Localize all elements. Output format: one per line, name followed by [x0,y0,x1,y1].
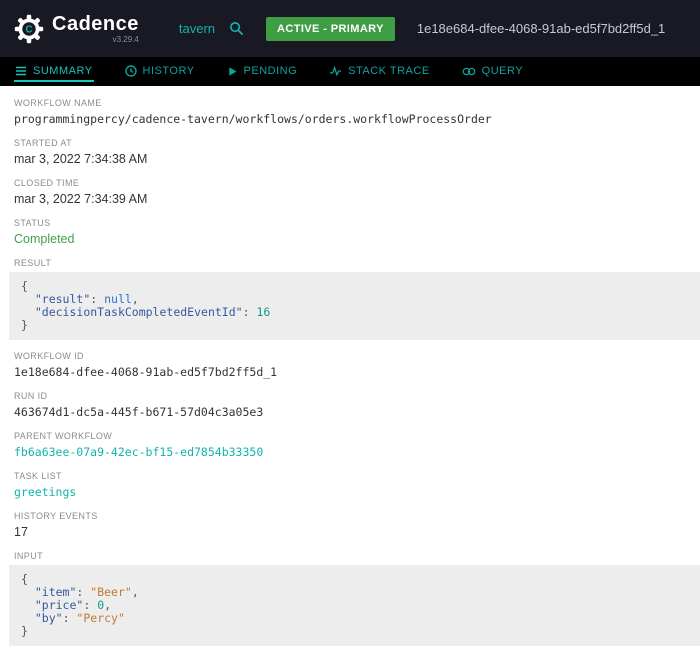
status-value: Completed [14,232,75,246]
workflow-name-value: programmingpercy/cadence-tavern/workflow… [14,112,492,126]
field-parent-workflow: PARENT WORKFLOW fb6a63ee-07a9-42ec-bf15-… [14,431,700,460]
top-bar: C Cadence v3.29.4 tavern ACTIVE - PRIMAR… [0,0,700,57]
stack-trace-icon [330,65,342,77]
tab-history[interactable]: HISTORY [124,61,196,82]
input-json-block: { "item": "Beer", "price": 0, "by": "Per… [9,565,700,646]
field-input: INPUT { "item": "Beer", "price": 0, "by"… [9,551,700,646]
field-label: HISTORY EVENTS [14,511,98,521]
field-label: WORKFLOW NAME [14,98,102,108]
tab-label: QUERY [481,65,524,77]
field-label: INPUT [14,551,43,561]
tab-label: HISTORY [142,65,195,77]
svg-text:C: C [25,24,32,35]
field-status: STATUS Completed [14,218,700,247]
summary-icon [16,66,26,76]
workflow-id-value: 1e18e684-dfee-4068-91ab-ed5f7bd2ff5d_1 [14,365,278,379]
field-label: STATUS [14,218,51,228]
run-id-value: 463674d1-dc5a-445f-b671-57d04c3a05e3 [14,405,264,419]
field-started-at: STARTED AT mar 3, 2022 7:34:38 AM [14,138,700,167]
domain-name[interactable]: tavern [179,21,215,36]
field-label: RUN ID [14,391,48,401]
summary-panel: WORKFLOW NAME programmingpercy/cadence-t… [0,86,700,657]
field-label: STARTED AT [14,138,73,148]
logo-text: Cadence v3.29.4 [52,14,139,44]
status-badge: ACTIVE - PRIMARY [266,16,395,41]
brand-name: Cadence [52,12,139,35]
parent-workflow-link[interactable]: fb6a63ee-07a9-42ec-bf15-ed7854b33350 [14,445,700,460]
field-label: CLOSED TIME [14,178,80,188]
result-json-block: { "result": null, "decisionTaskCompleted… [9,272,700,340]
history-events-value: 17 [14,525,28,539]
header-workflow-id: 1e18e684-dfee-4068-91ab-ed5f7bd2ff5d_1 [416,21,666,36]
search-icon[interactable] [229,21,244,36]
field-workflow-id: WORKFLOW ID 1e18e684-dfee-4068-91ab-ed5f… [14,351,700,380]
tab-label: PENDING [243,65,298,77]
field-label: TASK LIST [14,471,62,481]
field-run-id: RUN ID 463674d1-dc5a-445f-b671-57d04c3a0… [14,391,700,420]
closed-time-value: mar 3, 2022 7:34:39 AM [14,192,148,206]
tab-query[interactable]: QUERY [461,61,524,82]
field-history-events: HISTORY EVENTS 17 [14,511,700,540]
field-label: RESULT [14,258,52,268]
field-label: WORKFLOW ID [14,351,84,361]
version-label: v3.29.4 [112,34,139,44]
task-list-link[interactable]: greetings [14,485,700,500]
field-task-list: TASK LIST greetings [14,471,700,500]
started-at-value: mar 3, 2022 7:34:38 AM [14,152,148,166]
tab-label: STACK TRACE [348,65,430,77]
cadence-gear-icon: C [14,14,44,43]
field-closed-time: CLOSED TIME mar 3, 2022 7:34:39 AM [14,178,700,207]
query-icon [462,67,476,75]
cadence-logo[interactable]: C Cadence v3.29.4 [14,14,139,44]
field-label: PARENT WORKFLOW [14,431,113,441]
tab-label: SUMMARY [33,65,93,77]
field-workflow-name: WORKFLOW NAME programmingpercy/cadence-t… [14,98,700,127]
tab-stack-trace[interactable]: STACK TRACE [328,61,431,82]
pending-icon [228,66,237,76]
history-icon [124,65,137,77]
tab-bar: SUMMARY HISTORY PENDING STACK TRACE QUER… [0,57,700,86]
field-result: RESULT { "result": null, "decisionTaskCo… [9,258,700,340]
tab-pending[interactable]: PENDING [226,61,299,82]
tab-summary[interactable]: SUMMARY [14,61,94,82]
